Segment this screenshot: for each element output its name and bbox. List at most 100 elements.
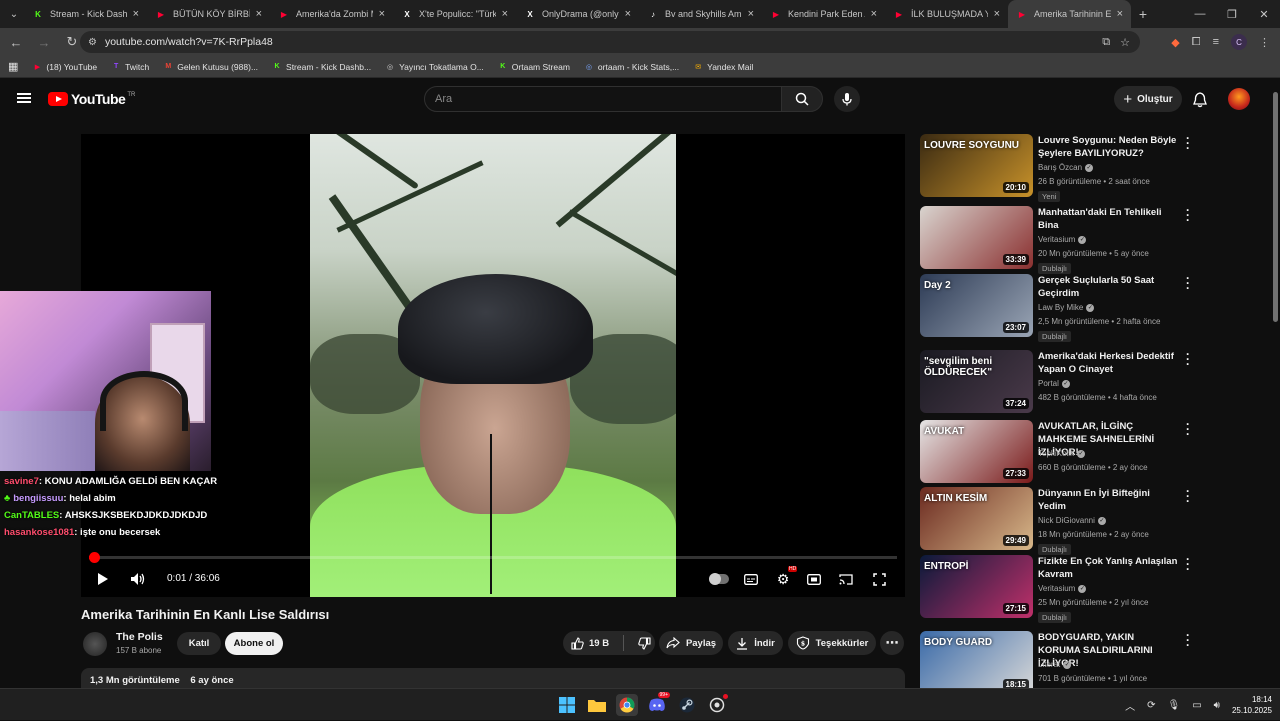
create-button[interactable]: + Oluştur bbox=[1114, 86, 1182, 112]
bookmark-item[interactable]: ◎ Yayıncı Tokatlama O... bbox=[385, 62, 484, 72]
thanks-button[interactable]: $ Teşekkürler bbox=[788, 631, 876, 655]
recommended-video[interactable]: 33:39 Manhattan'daki En Tehlikeli Bina Ver… bbox=[920, 204, 1200, 274]
tab-close-icon[interactable]: × bbox=[379, 8, 385, 20]
video-thumbnail[interactable]: ENTROPİ 27:15 bbox=[920, 555, 1033, 618]
more-vertical-icon[interactable]: · · · bbox=[1182, 629, 1194, 651]
minimize-icon[interactable]: — bbox=[1184, 8, 1216, 20]
volume-button[interactable] bbox=[129, 570, 147, 588]
system-clock[interactable]: 18:14 25.10.2025 bbox=[1232, 694, 1272, 716]
video-thumbnail[interactable]: ALTIN KESİM 29:49 bbox=[920, 487, 1033, 550]
browser-tab[interactable]: ▶ Kendini Park Eden Ar × bbox=[762, 0, 885, 28]
recommended-channel[interactable]: Barış Özcan ✓ bbox=[1038, 163, 1094, 172]
recommended-channel[interactable]: Nick DiGiovanni ✓ bbox=[1038, 516, 1106, 525]
recommended-channel[interactable]: Veritasium ✓ bbox=[1038, 584, 1087, 593]
browser-tab[interactable]: ▶ İLK BULUŞMADA YAP × bbox=[885, 0, 1008, 28]
bookmark-item[interactable]: M Gelen Kutusu (988)... bbox=[163, 62, 258, 72]
channel-name[interactable]: The Polis bbox=[116, 631, 163, 643]
windows-start-icon[interactable] bbox=[556, 694, 578, 716]
recommended-video-title[interactable]: Louvre Soygunu: Neden Böyle Şeylere BAYI… bbox=[1038, 134, 1178, 160]
fullscreen-button[interactable] bbox=[871, 570, 887, 588]
browser-tab[interactable]: ♪ Bv and Skyhills Ambu × bbox=[639, 0, 762, 28]
video-thumbnail[interactable]: AVUKAT 27:33 bbox=[920, 420, 1033, 483]
app-icon[interactable] bbox=[706, 694, 728, 716]
recommended-channel[interactable]: Literat ✓ bbox=[1038, 660, 1072, 669]
browser-tab[interactable]: X OnlyDrama (@onlyd × bbox=[516, 0, 639, 28]
recommended-video[interactable]: Day 2 23:07 Gerçek Suçlularla 50 Saat Geçi… bbox=[920, 272, 1200, 342]
page-scrollbar[interactable] bbox=[1271, 80, 1280, 692]
menu-hamburger-icon[interactable] bbox=[17, 93, 31, 103]
bookmark-item[interactable]: ▶ (18) YouTube bbox=[32, 62, 97, 72]
subtitles-button[interactable] bbox=[743, 570, 759, 588]
tab-search-icon[interactable]: ⌄ bbox=[4, 4, 24, 24]
chrome-icon[interactable] bbox=[616, 694, 638, 716]
extensions-puzzle-icon[interactable]: ⧠ bbox=[1192, 36, 1201, 49]
browser-tab[interactable]: X X'te Populicc: "Türk d × bbox=[393, 0, 516, 28]
maximize-icon[interactable]: ❐ bbox=[1216, 8, 1248, 21]
more-actions-button[interactable]: ⋯ bbox=[880, 631, 904, 655]
settings-button[interactable]: ⚙ bbox=[775, 570, 791, 588]
tray-volume-icon[interactable]: 🔊︎ bbox=[1214, 700, 1220, 711]
extension-icon[interactable]: ◆ bbox=[1171, 36, 1179, 49]
video-thumbnail[interactable]: LOUVRE SOYGUNU 20:10 bbox=[920, 134, 1033, 197]
user-avatar[interactable] bbox=[1228, 88, 1250, 110]
recommended-channel[interactable]: Portal ✓ bbox=[1038, 379, 1070, 388]
recommended-channel[interactable]: Veritasium ✓ bbox=[1038, 235, 1087, 244]
recommended-channel[interactable]: TepkiKolik ✓ bbox=[1038, 449, 1086, 458]
recommended-video-title[interactable]: Amerika'daki Herkesi Dedektif Yapan O Ci… bbox=[1038, 350, 1178, 376]
subscribe-button[interactable]: Abone ol bbox=[225, 632, 283, 655]
tab-close-icon[interactable]: × bbox=[502, 8, 508, 20]
tab-close-icon[interactable]: × bbox=[133, 8, 139, 20]
more-vertical-icon[interactable]: · · · bbox=[1182, 553, 1194, 575]
profile-avatar[interactable]: C bbox=[1231, 34, 1247, 50]
video-thumbnail[interactable]: "sevgilim beni ÖLDÜRECEK" 37:24 bbox=[920, 350, 1033, 413]
tray-microphone-icon[interactable]: 🎙︎ bbox=[1167, 700, 1180, 711]
channel-avatar[interactable] bbox=[83, 632, 107, 656]
browser-tab[interactable]: ▶ BÜTÜN KÖY BİRBİRİNE × bbox=[147, 0, 270, 28]
tab-close-icon[interactable]: × bbox=[994, 8, 1000, 20]
tray-chevron-up-icon[interactable]: ︿ bbox=[1125, 698, 1135, 713]
recommended-video[interactable]: AVUKAT 27:33 AVUKATLAR, İLGİNÇ MAHKEME SAH… bbox=[920, 418, 1200, 483]
browser-tab[interactable]: ▶ Amerika'da Zombi M × bbox=[270, 0, 393, 28]
progress-bar[interactable] bbox=[88, 552, 897, 563]
more-vertical-icon[interactable]: · · · bbox=[1182, 485, 1194, 507]
recommended-video-title[interactable]: Gerçek Suçlularla 50 Saat Geçirdim bbox=[1038, 274, 1178, 300]
more-vertical-icon[interactable]: · · · bbox=[1182, 272, 1194, 294]
recommended-channel[interactable]: Law By Mike ✓ bbox=[1038, 303, 1095, 312]
bookmark-item[interactable]: K Stream - Kick Dashb... bbox=[272, 62, 372, 72]
bookmark-item[interactable]: ◎ ortaam - Kick Stats,... bbox=[584, 62, 679, 72]
recommended-video[interactable]: "sevgilim beni ÖLDÜRECEK" 37:24 Amerika'da… bbox=[920, 348, 1200, 413]
tab-close-icon[interactable]: × bbox=[625, 8, 631, 20]
file-explorer-icon[interactable] bbox=[586, 694, 608, 716]
play-button[interactable] bbox=[95, 570, 111, 588]
join-button[interactable]: Katıl bbox=[177, 632, 221, 655]
reading-list-icon[interactable]: ≡ bbox=[1213, 36, 1219, 48]
download-button[interactable]: İndir bbox=[728, 631, 783, 655]
discord-icon[interactable]: 99+ bbox=[646, 692, 670, 716]
recommended-video-title[interactable]: Dünyanın En İyi Bifteğini Yedim bbox=[1038, 487, 1178, 513]
recommended-video[interactable]: LOUVRE SOYGUNU 20:10 Louvre Soygunu: Neden… bbox=[920, 132, 1200, 202]
share-button[interactable]: Paylaş bbox=[659, 631, 723, 655]
recommended-video[interactable]: ALTIN KESİM 29:49 Dünyanın En İyi Bifteğin… bbox=[920, 485, 1200, 555]
browser-menu-icon[interactable]: ⋮ bbox=[1259, 36, 1270, 49]
bookmark-star-icon[interactable]: ☆ bbox=[1120, 36, 1130, 49]
more-vertical-icon[interactable]: · · · bbox=[1182, 418, 1194, 440]
bookmark-item[interactable]: K Ortaam Stream bbox=[498, 62, 570, 72]
site-info-icon[interactable]: ⚙ bbox=[88, 37, 97, 48]
close-window-icon[interactable]: ✕ bbox=[1248, 8, 1280, 21]
like-button[interactable]: 19 B bbox=[571, 636, 609, 650]
bookmark-item[interactable]: ✉ Yandex Mail bbox=[693, 62, 753, 72]
more-vertical-icon[interactable]: · · · bbox=[1182, 132, 1194, 154]
new-tab-button[interactable]: + bbox=[1131, 6, 1155, 22]
install-app-icon[interactable]: ⧉ bbox=[1102, 36, 1110, 49]
omnibox[interactable]: ⚙ youtube.com/watch?v=7K-RrPpla48 ⧉ ☆ bbox=[80, 31, 1140, 53]
tray-sync-icon[interactable]: ⟳ bbox=[1147, 700, 1155, 711]
forward-icon[interactable]: → bbox=[32, 35, 56, 50]
browser-tab[interactable]: ▶ Amerika Tarihinin En × bbox=[1008, 0, 1131, 28]
cast-button[interactable] bbox=[838, 570, 854, 588]
search-input[interactable]: Ara bbox=[424, 86, 782, 112]
more-vertical-icon[interactable]: · · · bbox=[1182, 348, 1194, 370]
autoplay-toggle[interactable] bbox=[709, 573, 729, 585]
recommended-video[interactable]: ENTROPİ 27:15 Fizikte En Çok Yanlış Anlaşı… bbox=[920, 553, 1200, 623]
video-thumbnail[interactable]: Day 2 23:07 bbox=[920, 274, 1033, 337]
miniplayer-button[interactable] bbox=[806, 570, 822, 588]
